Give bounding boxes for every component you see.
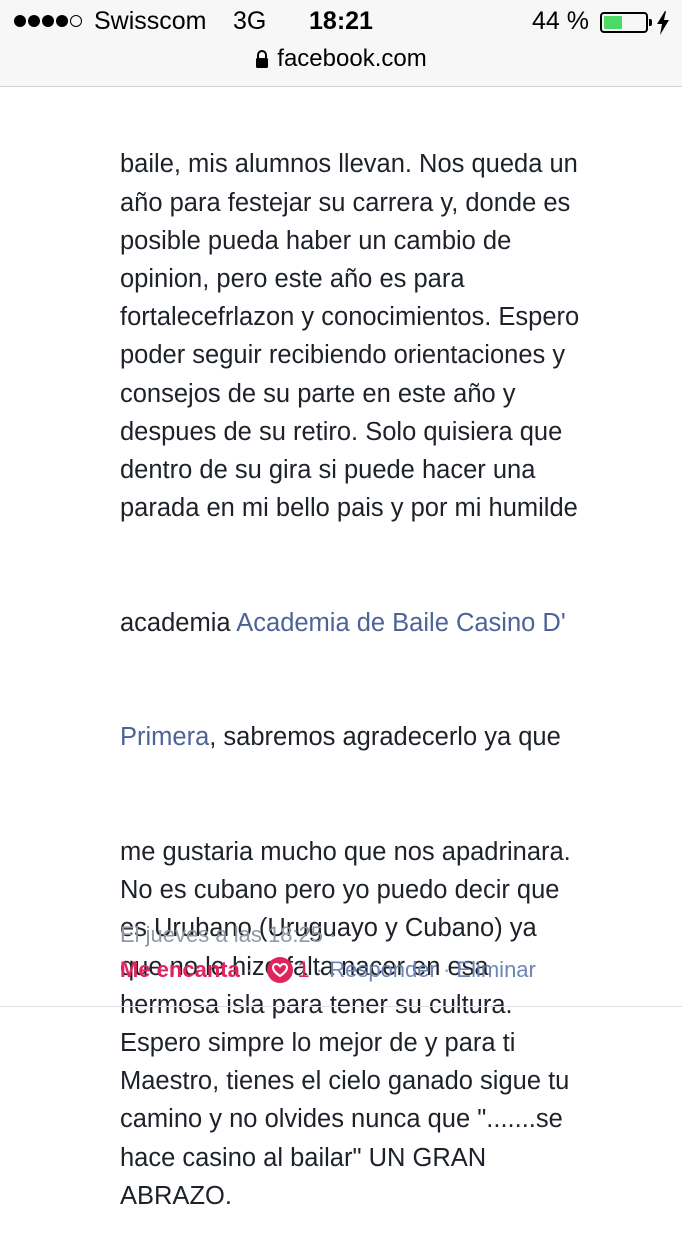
lock-icon (256, 50, 269, 68)
comment-lines-top: baile, mis alumnos llevan. Nos queda un a… (120, 145, 660, 527)
comment-text: academia (120, 608, 237, 637)
battery-percent: 44 % (532, 7, 589, 35)
comment-line: dentro de su gira si puede hacer una (120, 456, 536, 485)
comment-actions: Me encanta · 1 · Responder · Eliminar (120, 955, 536, 985)
battery-tip (649, 19, 652, 26)
comment-line: hace casino al bailar" UN GRAN (120, 1143, 487, 1172)
comment-line-with-link: academia Academia de Baile Casino D' (120, 604, 660, 642)
divider (0, 1006, 682, 1007)
battery-icon (600, 12, 652, 33)
url-text: facebook.com (277, 45, 427, 72)
comment-line: fortalecefrlazon y conocimientos. Espero (120, 303, 580, 332)
comment-text: , sabremos agradecerlo ya que (209, 723, 561, 752)
browser-top-bar: Swisscom 3G 18:21 44 % facebook.com (0, 0, 682, 87)
comment-line-with-link-end: Primera, sabremos agradecerlo ya que (120, 718, 660, 756)
reaction-count[interactable]: 1 (297, 955, 309, 985)
page-link-academia-end[interactable]: Primera (120, 723, 209, 751)
comment-line: Maestro, tienes el cielo ganado sigue tu (120, 1067, 570, 1096)
separator-dot: · (436, 957, 457, 982)
comment-line: poder seguir recibiendo orientaciones y (120, 341, 566, 370)
comment-line: baile, mis alumnos llevan. Nos queda un (120, 150, 578, 179)
heart-shape-icon (272, 962, 289, 978)
comment-line: camino y no olvides nunca que ".......se (120, 1105, 563, 1134)
comment-timestamp[interactable]: El jueves a las 18:25 · (120, 920, 336, 950)
comment-line: año para festejar su carrera y, donde es (120, 188, 571, 217)
heart-icon[interactable] (267, 957, 294, 983)
comment-line: opinion, pero este año es para (120, 265, 465, 294)
comment-line: ABRAZO. (120, 1181, 232, 1210)
comment-line: Espero simpre lo mejor de y para ti (120, 1029, 516, 1058)
delete-link[interactable]: Eliminar (456, 955, 535, 985)
battery-level-fill (604, 16, 622, 29)
reply-link[interactable]: Responder (329, 955, 437, 985)
comment-lines-bottom: me gustaria mucho que nos apadrinara. No … (120, 833, 660, 1215)
charging-bolt-icon (657, 11, 669, 35)
separator-dot: · (239, 957, 260, 982)
separator-dot: · (309, 957, 330, 982)
comment-body: baile, mis alumnos llevan. Nos queda un a… (120, 69, 660, 1253)
page-link-academia[interactable]: Academia de Baile Casino D' (236, 609, 565, 637)
comment-line: posible pueda haber un cambio de (120, 226, 512, 255)
comment-line: me gustaria mucho que nos apadrinara. (120, 838, 571, 867)
comment-line: hermosa isla para tener su cultura. (120, 990, 513, 1019)
address-bar[interactable]: facebook.com (0, 44, 682, 74)
status-bar: Swisscom 3G 18:21 44 % (0, 0, 682, 44)
comment-line: parada en mi bello pais y por mi humilde (120, 494, 578, 523)
comment-line: No es cubano pero yo puedo decir que (120, 876, 560, 905)
comment-line: consejos de su parte en este año y (120, 379, 516, 408)
comment-line: despues de su retiro. Solo quisiera que (120, 417, 563, 446)
love-reaction-button[interactable]: Me encanta (120, 955, 240, 985)
